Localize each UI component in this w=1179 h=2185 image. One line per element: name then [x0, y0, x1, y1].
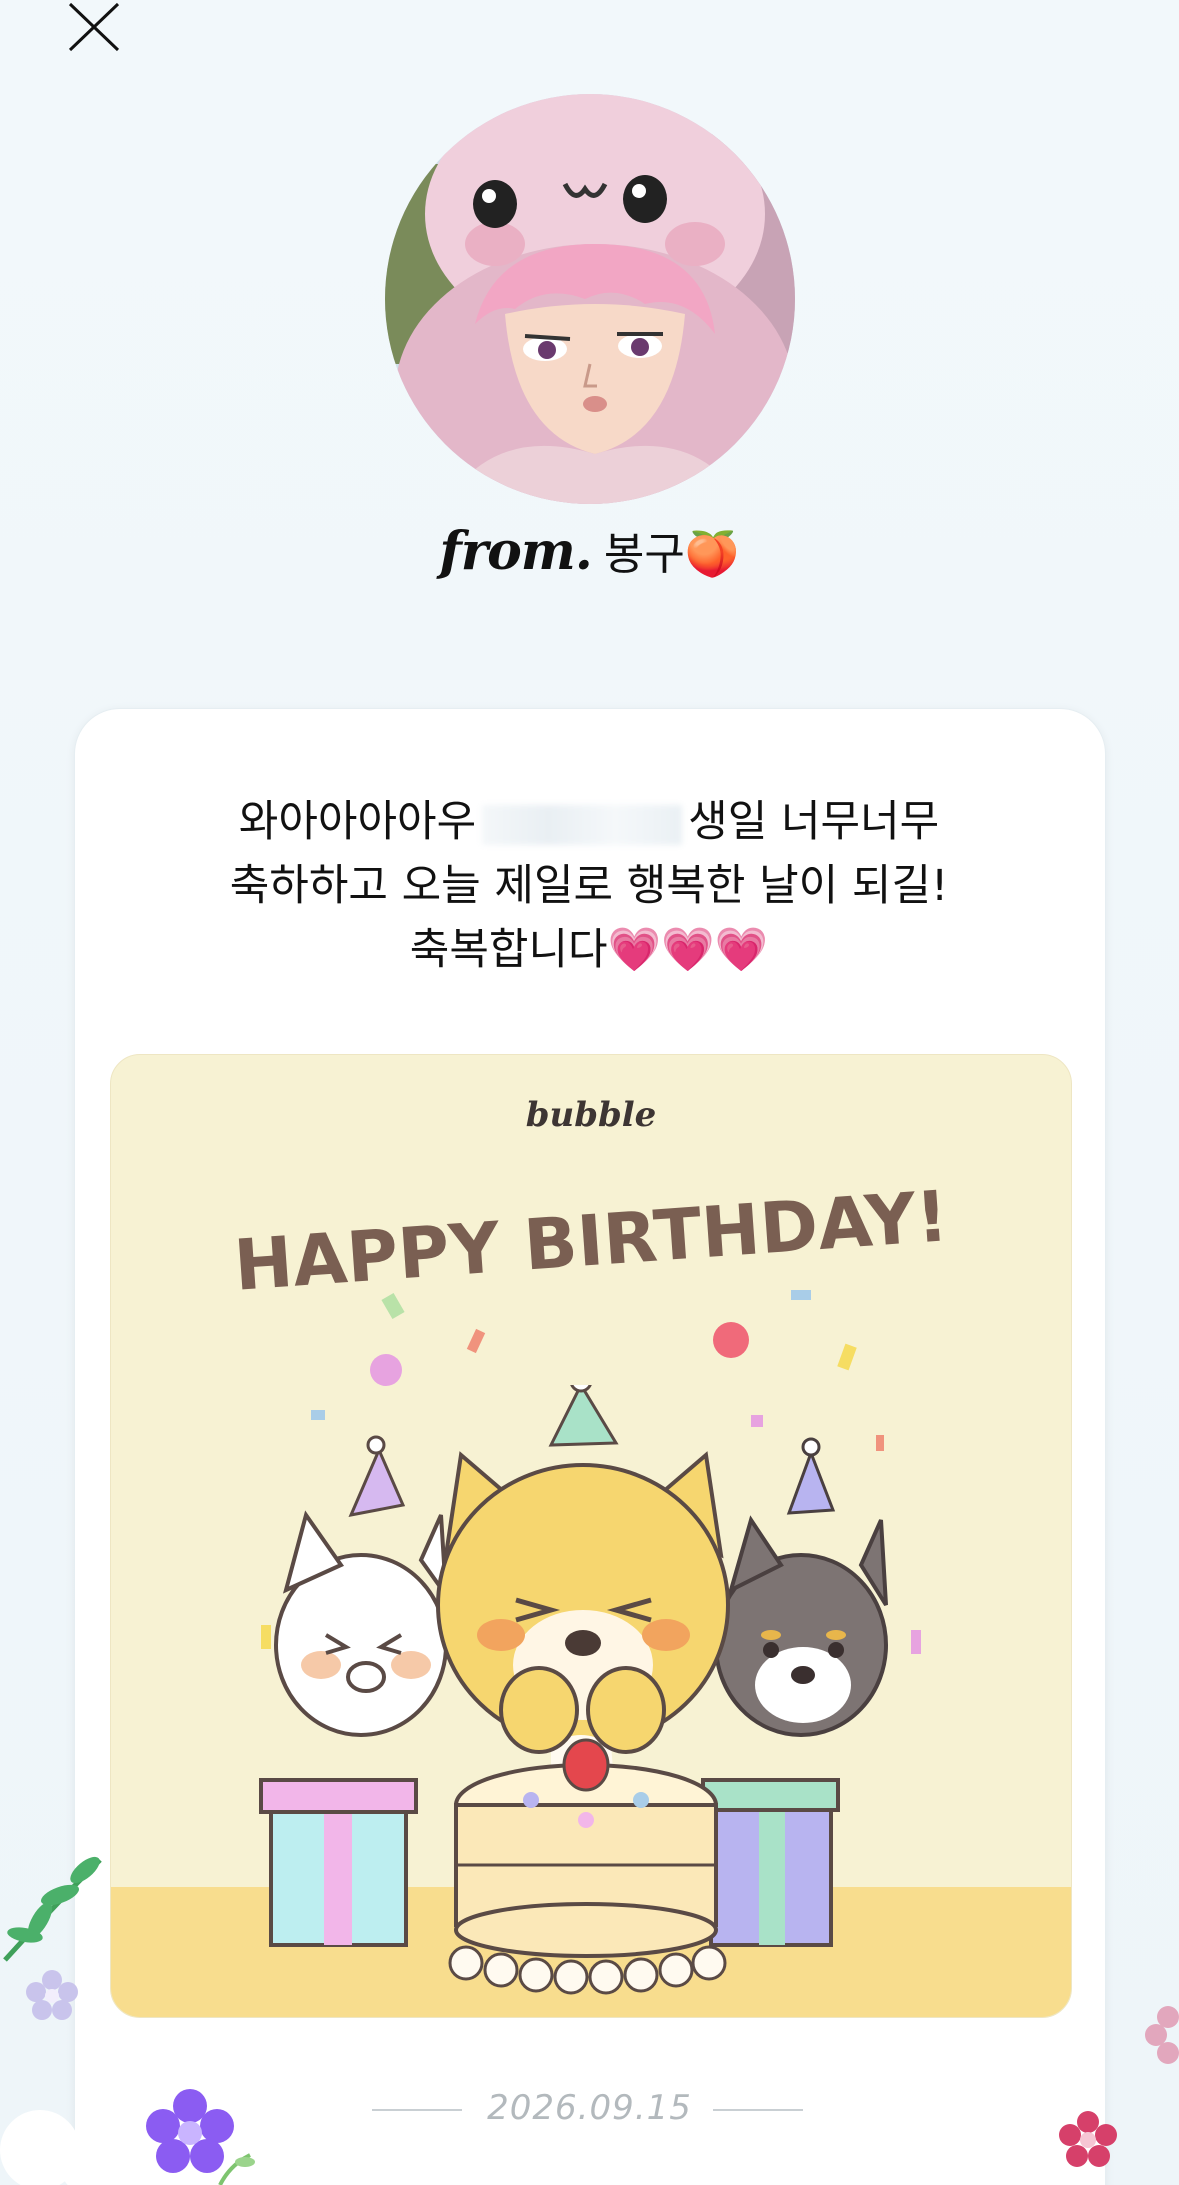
sender-avatar[interactable] [385, 94, 795, 504]
happy-birthday-text: HAPPY BIRTHDAY! [232, 1175, 951, 1300]
cloud-decoration [0, 2110, 120, 2185]
small-flower-icon [26, 1970, 78, 2020]
message-line1-start: 와아아아아우 [238, 797, 477, 847]
date-divider-left [372, 2109, 462, 2111]
message-date: 2026.09.15 [487, 2088, 692, 2128]
sender-line: from. 봉구🍑 [0, 518, 1179, 582]
dogs-cake-illustration [259, 1385, 888, 1995]
message-line3: 축복합니다💗💗💗 [409, 925, 769, 975]
message-line2: 축하하고 오늘 제일로 행복한 날이 되길! [229, 861, 949, 911]
happy-birthday-heading: HAPPY BIRTHDAY! [232, 1175, 951, 1300]
birthday-message-screen: from. 봉구🍑 와아아아아우 생일 너무너무 축하하고 오늘 제일로 행복한 날… [0, 0, 1179, 2185]
date-divider-right [713, 2109, 803, 2111]
sprout-icon [218, 2153, 255, 2185]
bubble-logo: bubble [525, 1095, 657, 1135]
close-icon [68, 2, 120, 52]
redacted-name [482, 804, 683, 845]
close-button[interactable] [58, 0, 130, 62]
pink-flower-icon [1059, 2111, 1117, 2167]
edge-flower-icon [1145, 2006, 1179, 2064]
message-text: 와아아아아우 생일 너무너무 축하하고 오늘 제일로 행복한 날이 되길! 축복합… [74, 790, 1104, 982]
sender-name: 봉구 [603, 529, 685, 580]
message-line1-end: 생일 너무너무 [688, 797, 940, 847]
from-prefix: from. [439, 521, 593, 582]
birthday-card-image[interactable]: bubble HAPPY BIRTHDAY! [110, 1054, 1072, 2018]
leaf-branch-decoration [3, 1856, 102, 1962]
peach-emoji: 🍑 [684, 529, 740, 580]
